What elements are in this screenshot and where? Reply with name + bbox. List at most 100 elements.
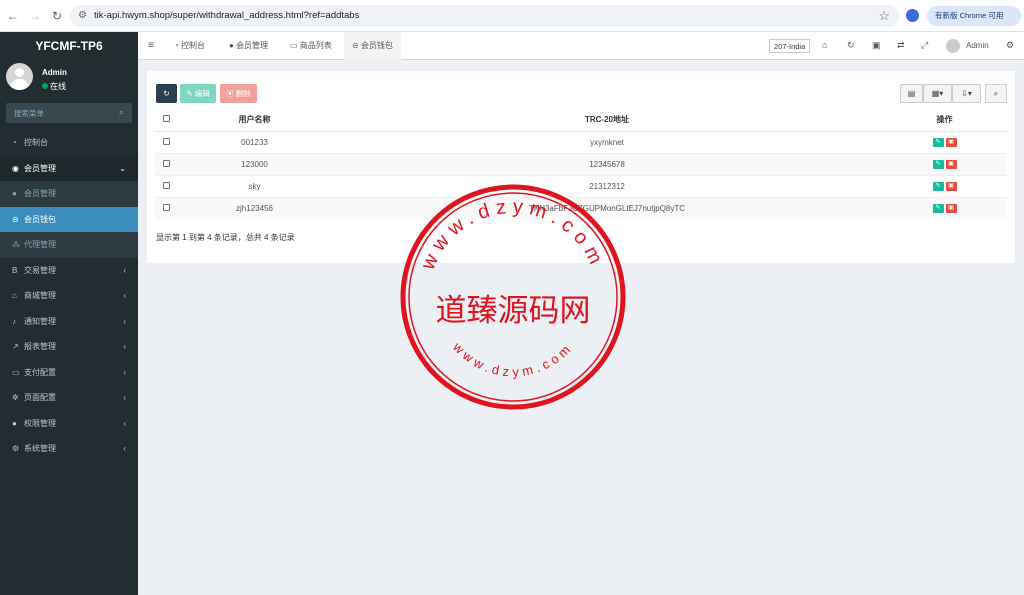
sidebar-user-name: Admin	[42, 68, 67, 77]
chevron-left-icon: ‹	[123, 291, 126, 300]
sidebar-item-permissions[interactable]: ● 权限管理 ‹	[0, 411, 138, 437]
cell-username: 123000	[177, 152, 332, 175]
profile-icon[interactable]	[906, 9, 919, 22]
sidebar-item-system[interactable]: ⚙ 系统管理 ‹	[0, 436, 138, 462]
edit-button[interactable]: ✎ 编辑	[180, 84, 216, 103]
settings-cogs-icon[interactable]: ⚙	[1006, 40, 1014, 51]
gear-icon: ✲	[12, 393, 19, 402]
delete-row-icon[interactable]: ▣	[945, 181, 957, 191]
sidebar-item-payment[interactable]: ▭ 支付配置 ‹	[0, 360, 138, 386]
sidebar-item-label: 页面配置	[24, 393, 56, 402]
tab-products[interactable]: ▭ 商品列表	[290, 32, 332, 60]
bell-icon: ♪	[12, 316, 16, 326]
sidebar-item-mall[interactable]: ⌂ 商城管理 ‹	[0, 283, 138, 309]
sidebar-subitem-member-wallet[interactable]: ⊝ 会员钱包	[0, 206, 138, 232]
delete-row-icon[interactable]: ▣	[945, 203, 957, 213]
edit-row-icon[interactable]: ✎	[932, 203, 944, 213]
user-status: 在线	[42, 81, 66, 92]
sidebar-item-notifications[interactable]: ♪ 通知管理 ‹	[0, 309, 138, 335]
refresh-icon[interactable]: ↻	[847, 40, 855, 51]
delete-button[interactable]: ▣ 删除	[220, 84, 257, 103]
chrome-update-button[interactable]: 有新版 Chrome 可用	[927, 6, 1021, 26]
cell-actions: ✎ ▣	[882, 152, 1007, 175]
bookmark-star-icon[interactable]: ☆	[878, 8, 890, 24]
back-icon[interactable]: ←	[6, 9, 20, 23]
sidebar-item-reports[interactable]: ↗ 报表管理 ‹	[0, 334, 138, 360]
edit-row-icon[interactable]: ✎	[932, 137, 944, 147]
edit-row-icon[interactable]: ✎	[932, 181, 944, 191]
sidebar-item-label: 支付配置	[24, 367, 56, 377]
tab-label: 控制台	[181, 41, 206, 50]
sidebar-item-label: 会员钱包	[24, 214, 56, 224]
forward-icon[interactable]: →	[28, 9, 42, 23]
fullscreen-icon[interactable]: ⤢	[921, 40, 928, 51]
reload-icon[interactable]: ↻	[50, 9, 64, 23]
sidebar-item-trading[interactable]: B 交易管理 ‹	[0, 258, 138, 284]
table-row: zjh123456 TKN3aFbFJG7GUPMonGLtEJ7nutjpQ8…	[155, 196, 1007, 219]
cell-address: 12345678	[332, 152, 882, 175]
row-checkbox[interactable]	[162, 203, 170, 211]
tab-label: 会员管理	[236, 41, 269, 50]
export-dropdown-button[interactable]: ⇩▾	[952, 84, 981, 103]
sidebar-item-label: 系统管理	[24, 444, 56, 453]
url-text[interactable]: tik-api.hwym.shop/super/withdrawal_addre…	[94, 10, 359, 21]
admin-name[interactable]: Admin	[966, 41, 989, 50]
chevron-left-icon: ‹	[123, 342, 126, 351]
search-icon[interactable]: ⌕	[119, 107, 124, 118]
translate-icon[interactable]: ⇄	[897, 40, 905, 51]
address-bar[interactable]: ⚙ tik-api.hwym.shop/super/withdrawal_add…	[70, 5, 900, 27]
select-all-checkbox[interactable]	[162, 115, 170, 123]
toggle-view-button[interactable]: ▤	[900, 84, 923, 103]
sidebar-item-dashboard[interactable]: ◔ 控制台	[0, 130, 138, 156]
avatar	[6, 63, 33, 90]
tab-members[interactable]: ● 会员管理	[229, 32, 268, 60]
sidebar-subitem-members[interactable]: ● 会员管理	[0, 181, 138, 207]
row-select-cell	[155, 174, 177, 197]
edit-label: 编辑	[194, 89, 210, 98]
app-logo[interactable]: YFCMF-TP6	[0, 32, 138, 60]
table-header-row: 用户名称 TRC-20地址 操作	[155, 109, 1007, 132]
tab-member-wallet[interactable]: ⊝ 会员钱包	[344, 32, 401, 60]
country-select[interactable]: 207-India	[769, 39, 811, 53]
sidebar-item-member-management[interactable]: ◉ 会员管理 ⌄	[0, 155, 138, 181]
hamburger-menu-icon[interactable]: ≡	[148, 32, 154, 60]
sidebar-item-label: 商城管理	[24, 291, 56, 300]
wallet-table: 用户名称 TRC-20地址 操作 001233 yxymknet ✎ ▣ 1230…	[155, 109, 1007, 219]
sidebar-subitem-agents[interactable]: ⁂ 代理管理	[0, 232, 138, 258]
delete-row-icon[interactable]: ▣	[945, 159, 957, 169]
top-navbar: ≡ ◔ 控制台 ● 会员管理 ▭ 商品列表 ⊝ 会员钱包 207-India ⌂…	[138, 32, 1024, 60]
column-header-username[interactable]: 用户名称	[177, 109, 332, 132]
pagination-summary: 显示第 1 到第 4 条记录，总共 4 条记录	[156, 233, 295, 242]
delete-row-icon[interactable]: ▣	[945, 137, 957, 147]
chevron-left-icon: ‹	[123, 418, 126, 428]
chevron-left-icon: ‹	[123, 367, 126, 377]
dashboard-icon: ◔	[12, 138, 17, 147]
edit-row-icon[interactable]: ✎	[932, 159, 944, 169]
sidebar-item-label: 代理管理	[24, 240, 56, 249]
columns-dropdown-button[interactable]: ▦▾	[923, 84, 952, 103]
column-header-address[interactable]: TRC-20地址	[332, 109, 882, 132]
refresh-button[interactable]: ↻	[156, 84, 177, 103]
site-info-icon[interactable]: ⚙	[78, 10, 87, 21]
tab-label: 会员钱包	[360, 41, 393, 50]
sidebar-item-pages[interactable]: ✲ 页面配置 ‹	[0, 385, 138, 411]
cell-actions: ✎ ▣	[882, 174, 1007, 197]
table-row: sky 21312312 ✎ ▣	[155, 174, 1007, 197]
menu-search-input[interactable]: 搜索菜单 ⌕	[6, 103, 132, 123]
home-icon[interactable]: ⌂	[822, 40, 827, 50]
user-circle-icon: ◉	[12, 163, 19, 173]
users-icon: ●	[12, 418, 17, 428]
cell-actions: ✎ ▣	[882, 196, 1007, 219]
chevron-left-icon: ‹	[123, 444, 126, 453]
row-select-cell	[155, 196, 177, 219]
trash-icon[interactable]: ▣	[872, 40, 881, 51]
admin-avatar[interactable]	[946, 39, 960, 53]
menu-search-placeholder: 搜索菜单	[14, 109, 44, 118]
row-checkbox[interactable]	[162, 181, 170, 189]
row-checkbox[interactable]	[162, 159, 170, 167]
row-select-cell	[155, 130, 177, 153]
row-checkbox[interactable]	[162, 137, 170, 145]
tab-dashboard[interactable]: ◔ 控制台	[174, 32, 205, 60]
search-button[interactable]: ⌕	[985, 84, 1007, 103]
chart-icon: ↗	[12, 342, 19, 351]
